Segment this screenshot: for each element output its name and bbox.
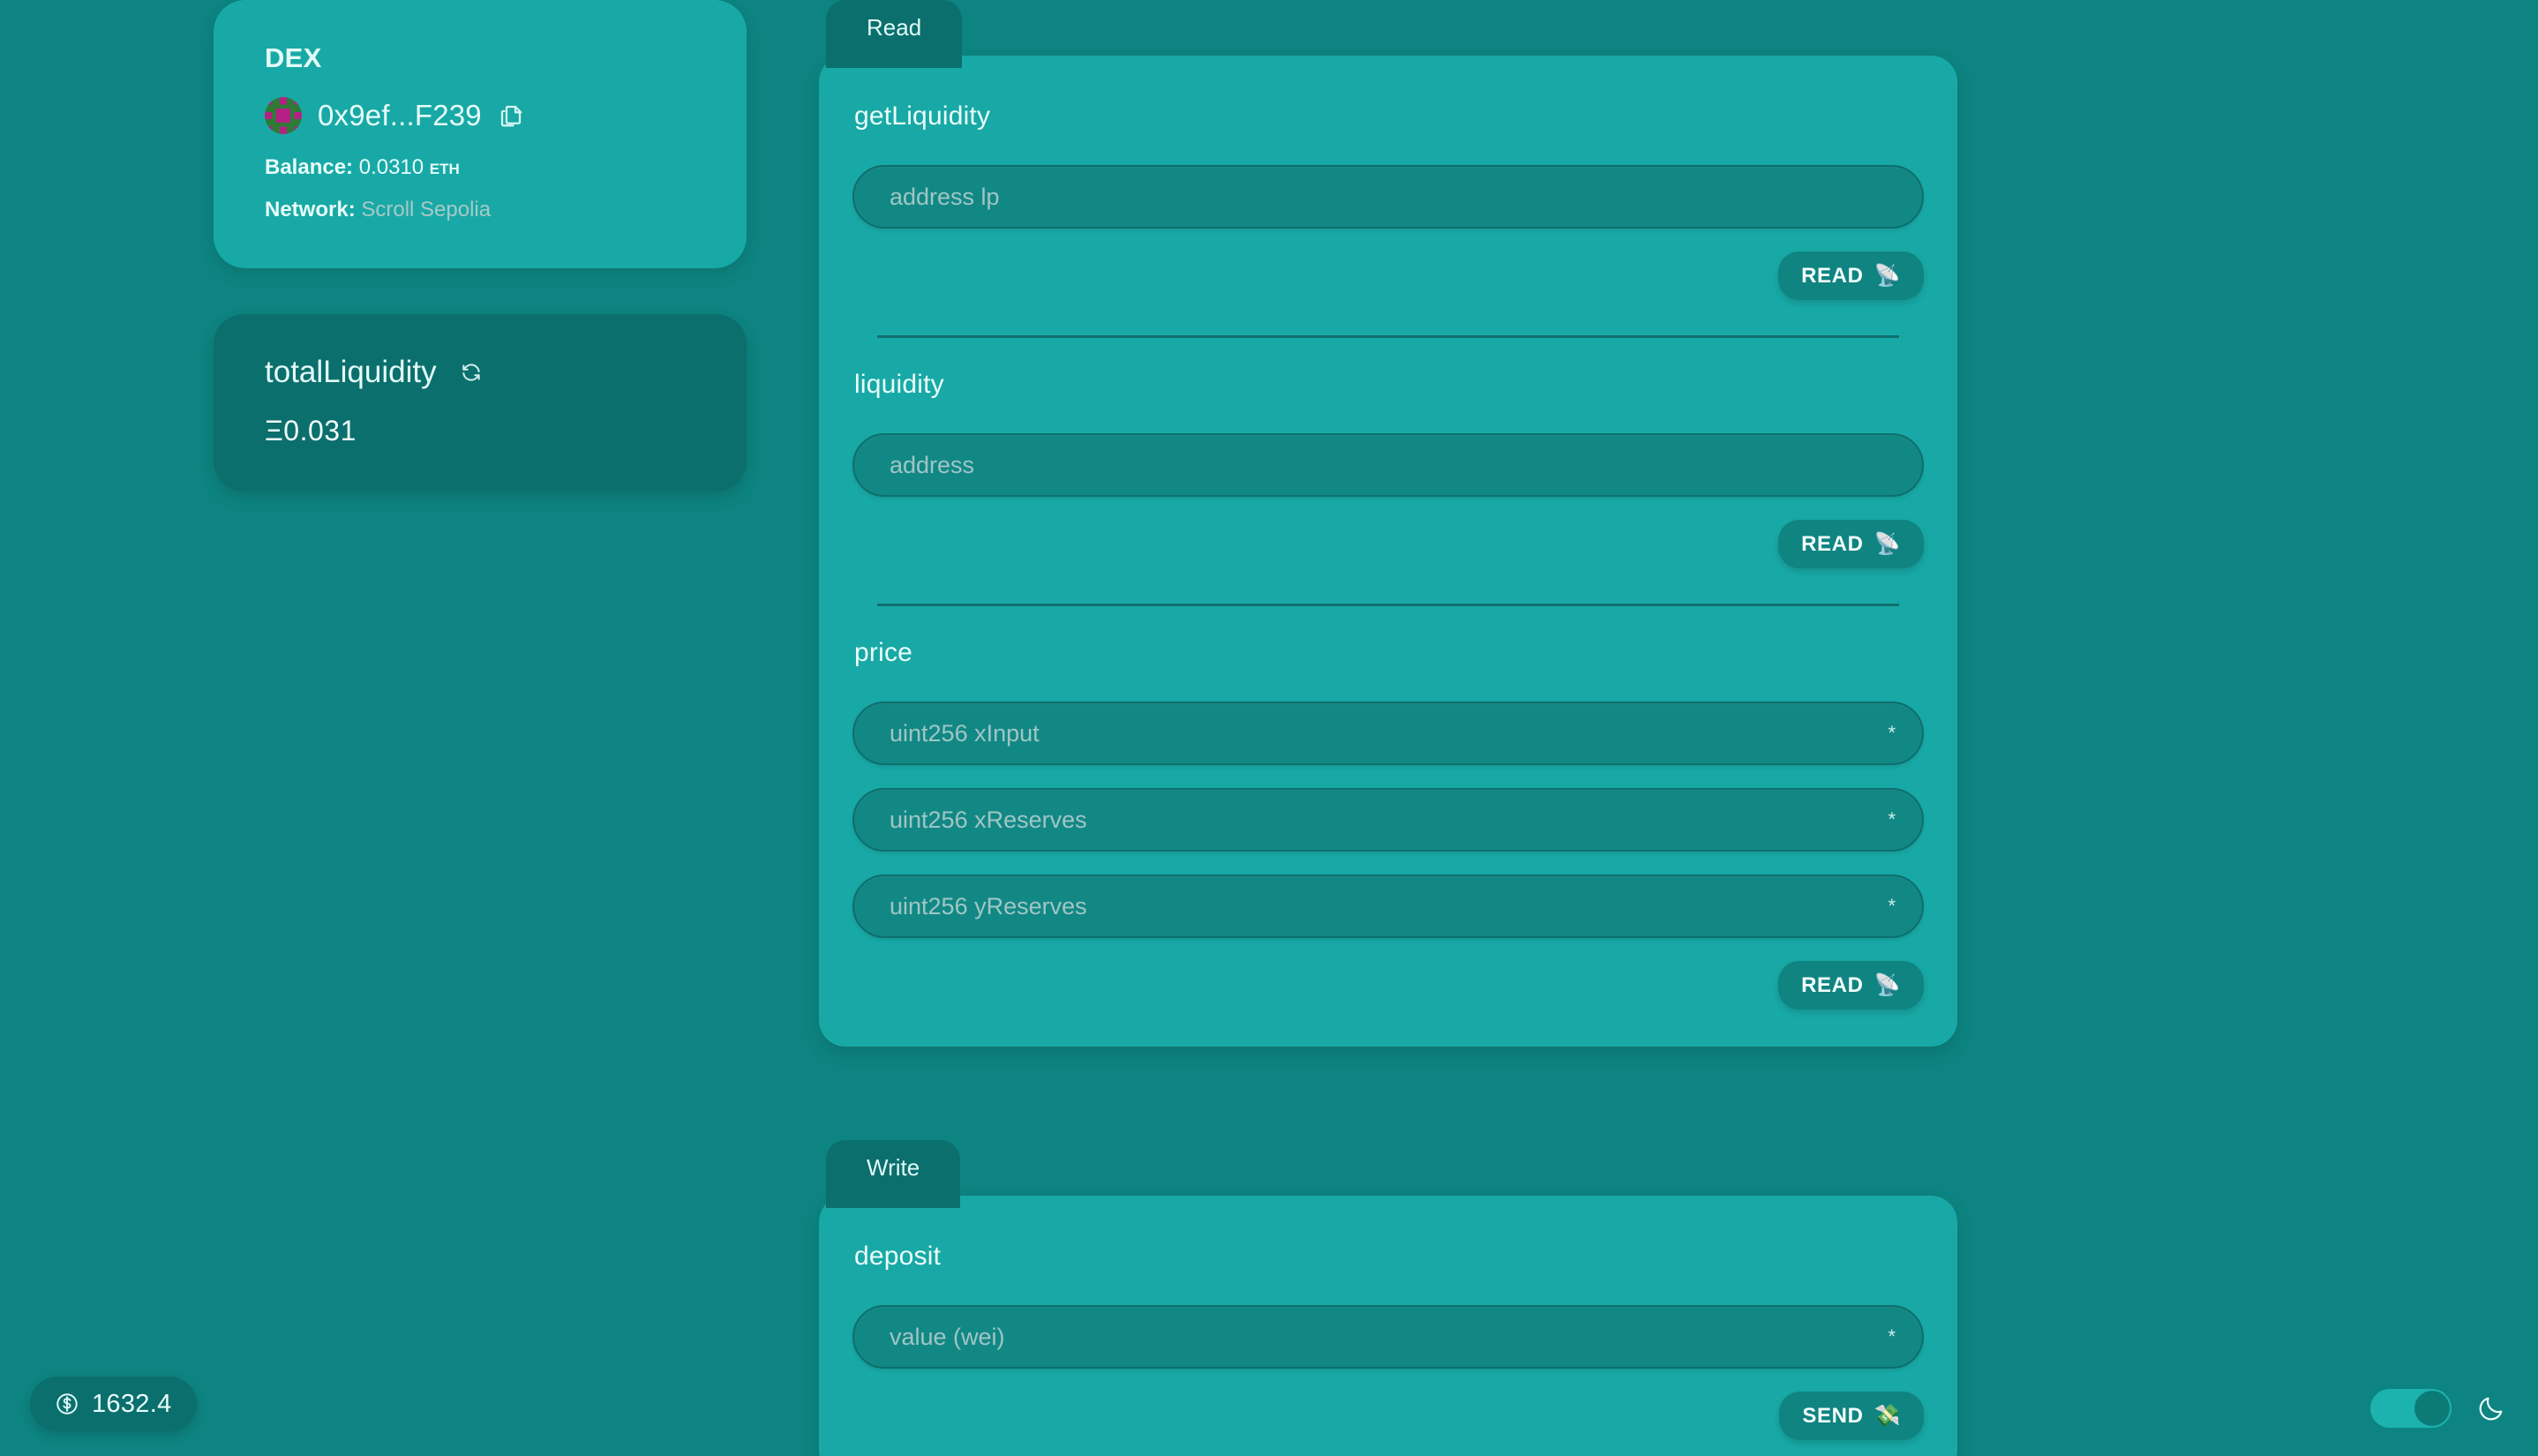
button-row: SEND 💸: [852, 1392, 1924, 1440]
section-divider: [877, 604, 1899, 606]
dollar-circle-icon: [55, 1392, 79, 1416]
function-name: liquidity: [854, 370, 944, 399]
balance-unit: ETH: [429, 161, 460, 177]
read-button-label: READ: [1801, 263, 1864, 288]
balance-label: Balance:: [265, 155, 354, 179]
function-getLiquidity: getLiquidity address lp READ 📡: [852, 101, 1924, 300]
refresh-icon[interactable]: [460, 361, 483, 384]
function-liquidity: liquidity address READ 📡: [852, 370, 1924, 568]
satellite-dish-icon: 📡: [1873, 532, 1901, 556]
input-placeholder: address: [890, 451, 975, 478]
satellite-dish-icon: 📡: [1873, 264, 1901, 288]
read-button-label: READ: [1801, 531, 1864, 556]
wallet-address[interactable]: 0x9ef...F239: [318, 99, 482, 132]
button-row: READ 📡: [852, 520, 1924, 568]
theme-controls: [2370, 1389, 2506, 1428]
wallet-card: DEX 0x9ef...F239 Balance: 0.0310 ETH Net…: [214, 0, 747, 268]
satellite-dish-icon: 📡: [1873, 973, 1901, 997]
required-marker: *: [1888, 895, 1896, 917]
total-liquidity-card: totalLiquidity Ξ0.031: [214, 314, 747, 492]
theme-toggle[interactable]: [2370, 1389, 2452, 1428]
copy-icon[interactable]: [498, 102, 524, 129]
input-value-wei[interactable]: value (wei) *: [852, 1305, 1924, 1369]
left-sidebar: DEX 0x9ef...F239 Balance: 0.0310 ETH Net…: [214, 0, 747, 492]
eth-price-badge[interactable]: 1632.4: [30, 1377, 197, 1431]
moon-icon[interactable]: [2476, 1393, 2506, 1423]
money-with-wings-icon: 💸: [1873, 1404, 1901, 1428]
total-liquidity-header: totalLiquidity: [265, 355, 695, 390]
read-button-getLiquidity[interactable]: READ 📡: [1778, 251, 1924, 300]
network-value: Scroll Sepolia: [361, 198, 492, 221]
input-xReserves[interactable]: uint256 xReserves *: [852, 788, 1924, 852]
network-row: Network: Scroll Sepolia: [265, 198, 695, 222]
total-liquidity-value: Ξ0.031: [265, 415, 357, 447]
panel-gap: [819, 1047, 1957, 1140]
required-marker: *: [1888, 808, 1896, 830]
address-row: 0x9ef...F239: [265, 97, 695, 134]
required-marker: *: [1888, 1325, 1896, 1347]
function-name: getLiquidity: [854, 101, 991, 131]
section-divider: [877, 335, 1899, 338]
input-placeholder: uint256 xReserves: [890, 806, 1087, 833]
function-price: price uint256 xInput * uint256 xReserves…: [852, 638, 1924, 1009]
balance-row: Balance: 0.0310 ETH: [265, 155, 695, 180]
read-panel: getLiquidity address lp READ 📡 liquidity…: [819, 56, 1957, 1047]
input-xInput[interactable]: uint256 xInput *: [852, 702, 1924, 765]
button-row: READ 📡: [852, 251, 1924, 300]
tab-write[interactable]: Write: [826, 1140, 961, 1208]
button-row: READ 📡: [852, 961, 1924, 1009]
network-label: Network:: [265, 198, 356, 221]
function-deposit: deposit value (wei) * SEND 💸: [852, 1242, 1924, 1440]
read-button-price[interactable]: READ 📡: [1778, 961, 1924, 1009]
balance-value: 0.0310: [358, 155, 424, 179]
input-address[interactable]: address: [852, 433, 1924, 497]
input-placeholder: value (wei): [890, 1323, 1005, 1350]
write-panel: deposit value (wei) * SEND 💸: [819, 1196, 1957, 1456]
toggle-knob: [2414, 1391, 2450, 1426]
read-button-label: READ: [1801, 972, 1864, 997]
required-marker: *: [1888, 722, 1896, 744]
input-yReserves[interactable]: uint256 yReserves *: [852, 874, 1924, 938]
tab-read[interactable]: Read: [826, 0, 963, 68]
function-name: price: [854, 638, 913, 667]
blockie-avatar: [265, 97, 302, 134]
total-liquidity-label: totalLiquidity: [265, 355, 437, 389]
input-placeholder: uint256 xInput: [890, 719, 1040, 747]
eth-price-value: 1632.4: [92, 1389, 172, 1418]
input-placeholder: address lp: [890, 183, 1000, 210]
read-button-liquidity[interactable]: READ 📡: [1778, 520, 1924, 568]
send-button-label: SEND: [1802, 1403, 1864, 1428]
send-button-deposit[interactable]: SEND 💸: [1779, 1392, 1924, 1440]
input-placeholder: uint256 yReserves: [890, 892, 1087, 919]
function-name: deposit: [854, 1242, 942, 1271]
contract-panels: Read getLiquidity address lp READ 📡 liqu…: [819, 0, 1957, 1456]
page-title: DEX: [265, 42, 322, 73]
input-address-lp[interactable]: address lp: [852, 165, 1924, 229]
